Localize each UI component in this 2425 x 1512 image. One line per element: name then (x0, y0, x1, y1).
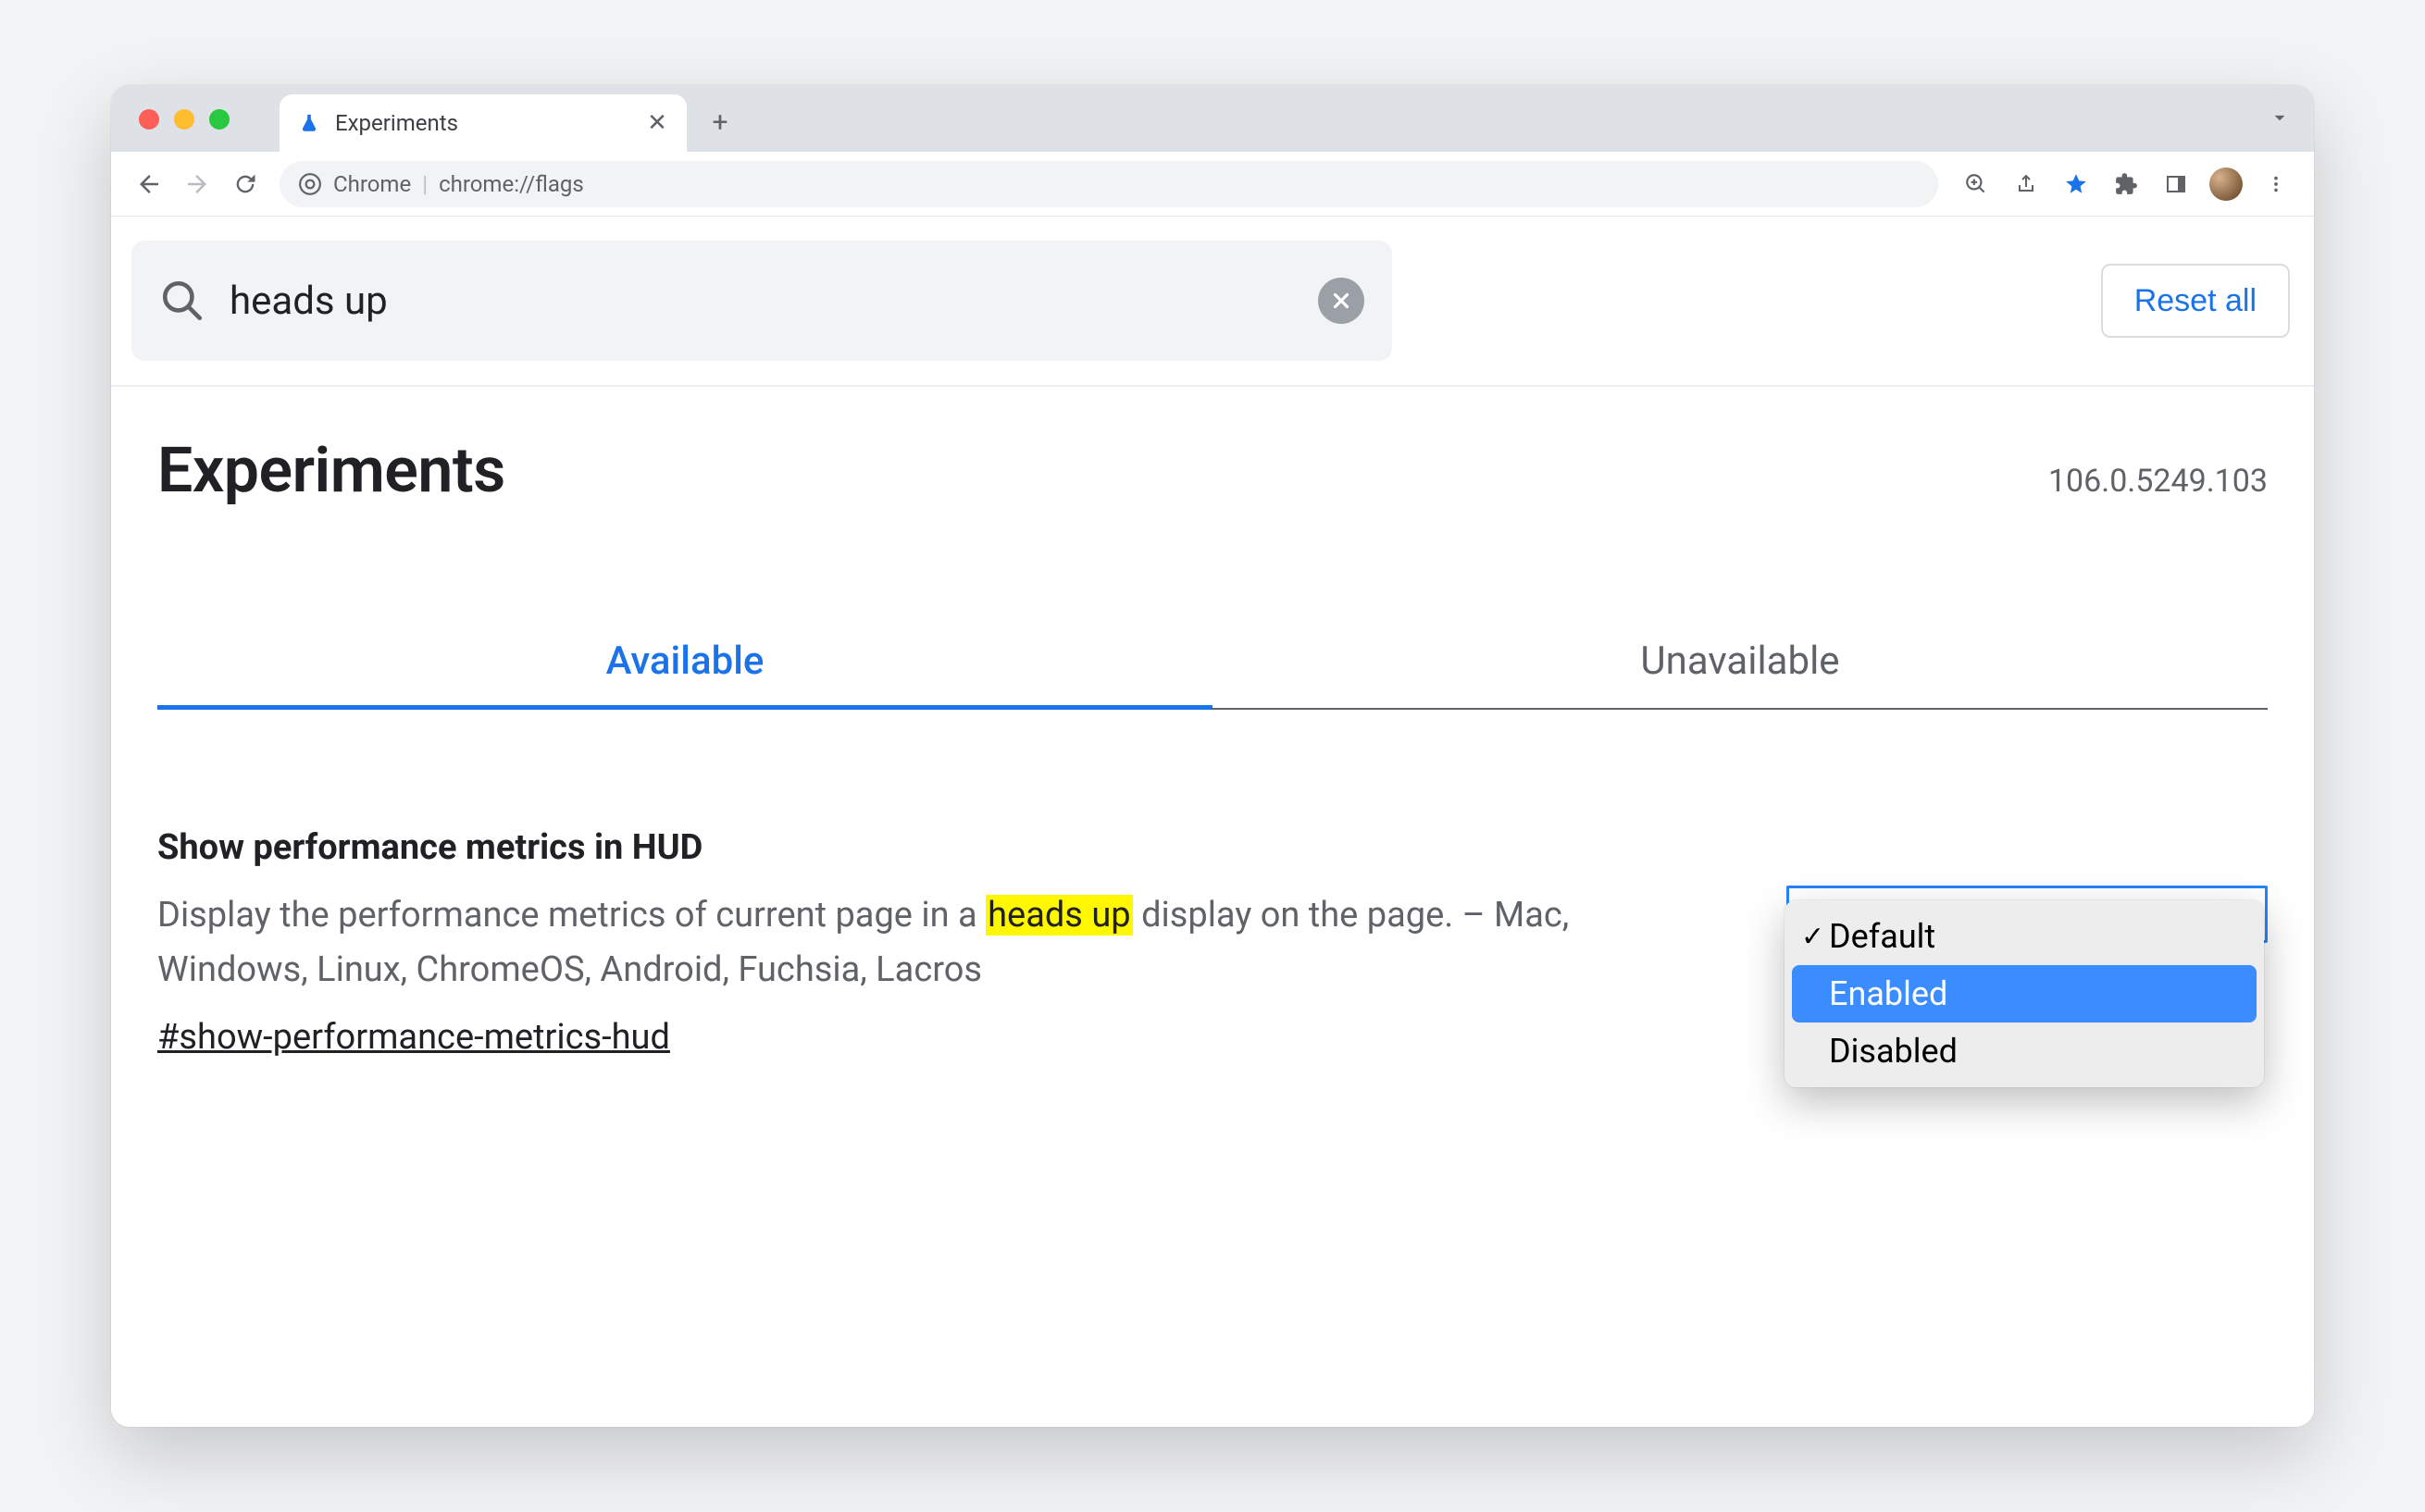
browser-tab[interactable]: Experiments ✕ (280, 94, 687, 152)
flag-title: Show performance metrics in HUD (157, 821, 1712, 875)
reload-button[interactable] (224, 163, 267, 205)
tab-available[interactable]: Available (157, 618, 1212, 708)
side-panel-icon[interactable] (2155, 163, 2197, 205)
chrome-icon (298, 172, 322, 196)
close-window-button[interactable] (139, 109, 159, 130)
option-disabled[interactable]: Disabled (1792, 1022, 2257, 1080)
forward-button[interactable] (176, 163, 218, 205)
reset-all-button[interactable]: Reset all (2101, 264, 2290, 338)
search-input[interactable] (228, 278, 1296, 325)
search-row: Reset all (111, 217, 2314, 387)
close-tab-icon[interactable]: ✕ (644, 109, 670, 137)
tab-unavailable[interactable]: Unavailable (1212, 618, 2268, 708)
browser-toolbar: Chrome | chrome://flags (111, 152, 2314, 217)
minimize-window-button[interactable] (174, 109, 194, 130)
flag-hash-link[interactable]: #show-performance-metrics-hud (157, 1010, 670, 1065)
tab-overflow-button[interactable] (2268, 105, 2292, 130)
flags-search-box (131, 241, 1392, 361)
omnibox-separator: | (422, 171, 428, 197)
new-tab-button[interactable]: + (700, 102, 740, 143)
bookmark-star-icon[interactable] (2055, 163, 2097, 205)
profile-avatar[interactable] (2205, 163, 2247, 205)
page-content: Reset all Experiments 106.0.5249.103 Ava… (111, 217, 2314, 1427)
browser-window: Experiments ✕ + Chrome | chrome://flags (111, 85, 2314, 1427)
option-default[interactable]: Default (1792, 908, 2257, 965)
maximize-window-button[interactable] (209, 109, 230, 130)
content-inner: Experiments 106.0.5249.103 Available Una… (111, 387, 2314, 1065)
menu-icon[interactable] (2255, 163, 2297, 205)
flask-icon (296, 110, 322, 136)
search-icon (159, 278, 205, 324)
clear-search-button[interactable] (1318, 278, 1364, 324)
tab-strip: Experiments ✕ + (111, 85, 2314, 152)
flag-text: Show performance metrics in HUD Display … (157, 821, 1712, 1065)
window-controls (139, 109, 230, 130)
back-button[interactable] (128, 163, 170, 205)
flag-item: Show performance metrics in HUD Display … (157, 821, 2268, 1065)
toolbar-actions (1955, 163, 2297, 205)
tabs-row: Available Unavailable (157, 618, 2268, 710)
share-icon[interactable] (2005, 163, 2047, 205)
tab-title: Experiments (335, 110, 644, 136)
heading-row: Experiments 106.0.5249.103 (157, 433, 2268, 507)
page-title: Experiments (157, 433, 505, 507)
extensions-icon[interactable] (2105, 163, 2147, 205)
flag-desc-before: Display the performance metrics of curre… (157, 895, 986, 936)
chrome-version: 106.0.5249.103 (2048, 463, 2268, 500)
select-dropdown: Default Enabled Disabled (1785, 900, 2264, 1087)
omnibox-label: Chrome (333, 171, 411, 197)
option-enabled[interactable]: Enabled (1792, 965, 2257, 1022)
flag-desc-highlight: heads up (986, 895, 1133, 936)
zoom-icon[interactable] (1955, 163, 1997, 205)
omnibox-url: chrome://flags (439, 171, 584, 197)
address-bar[interactable]: Chrome | chrome://flags (280, 161, 1938, 207)
flag-description: Display the performance metrics of curre… (157, 888, 1712, 998)
